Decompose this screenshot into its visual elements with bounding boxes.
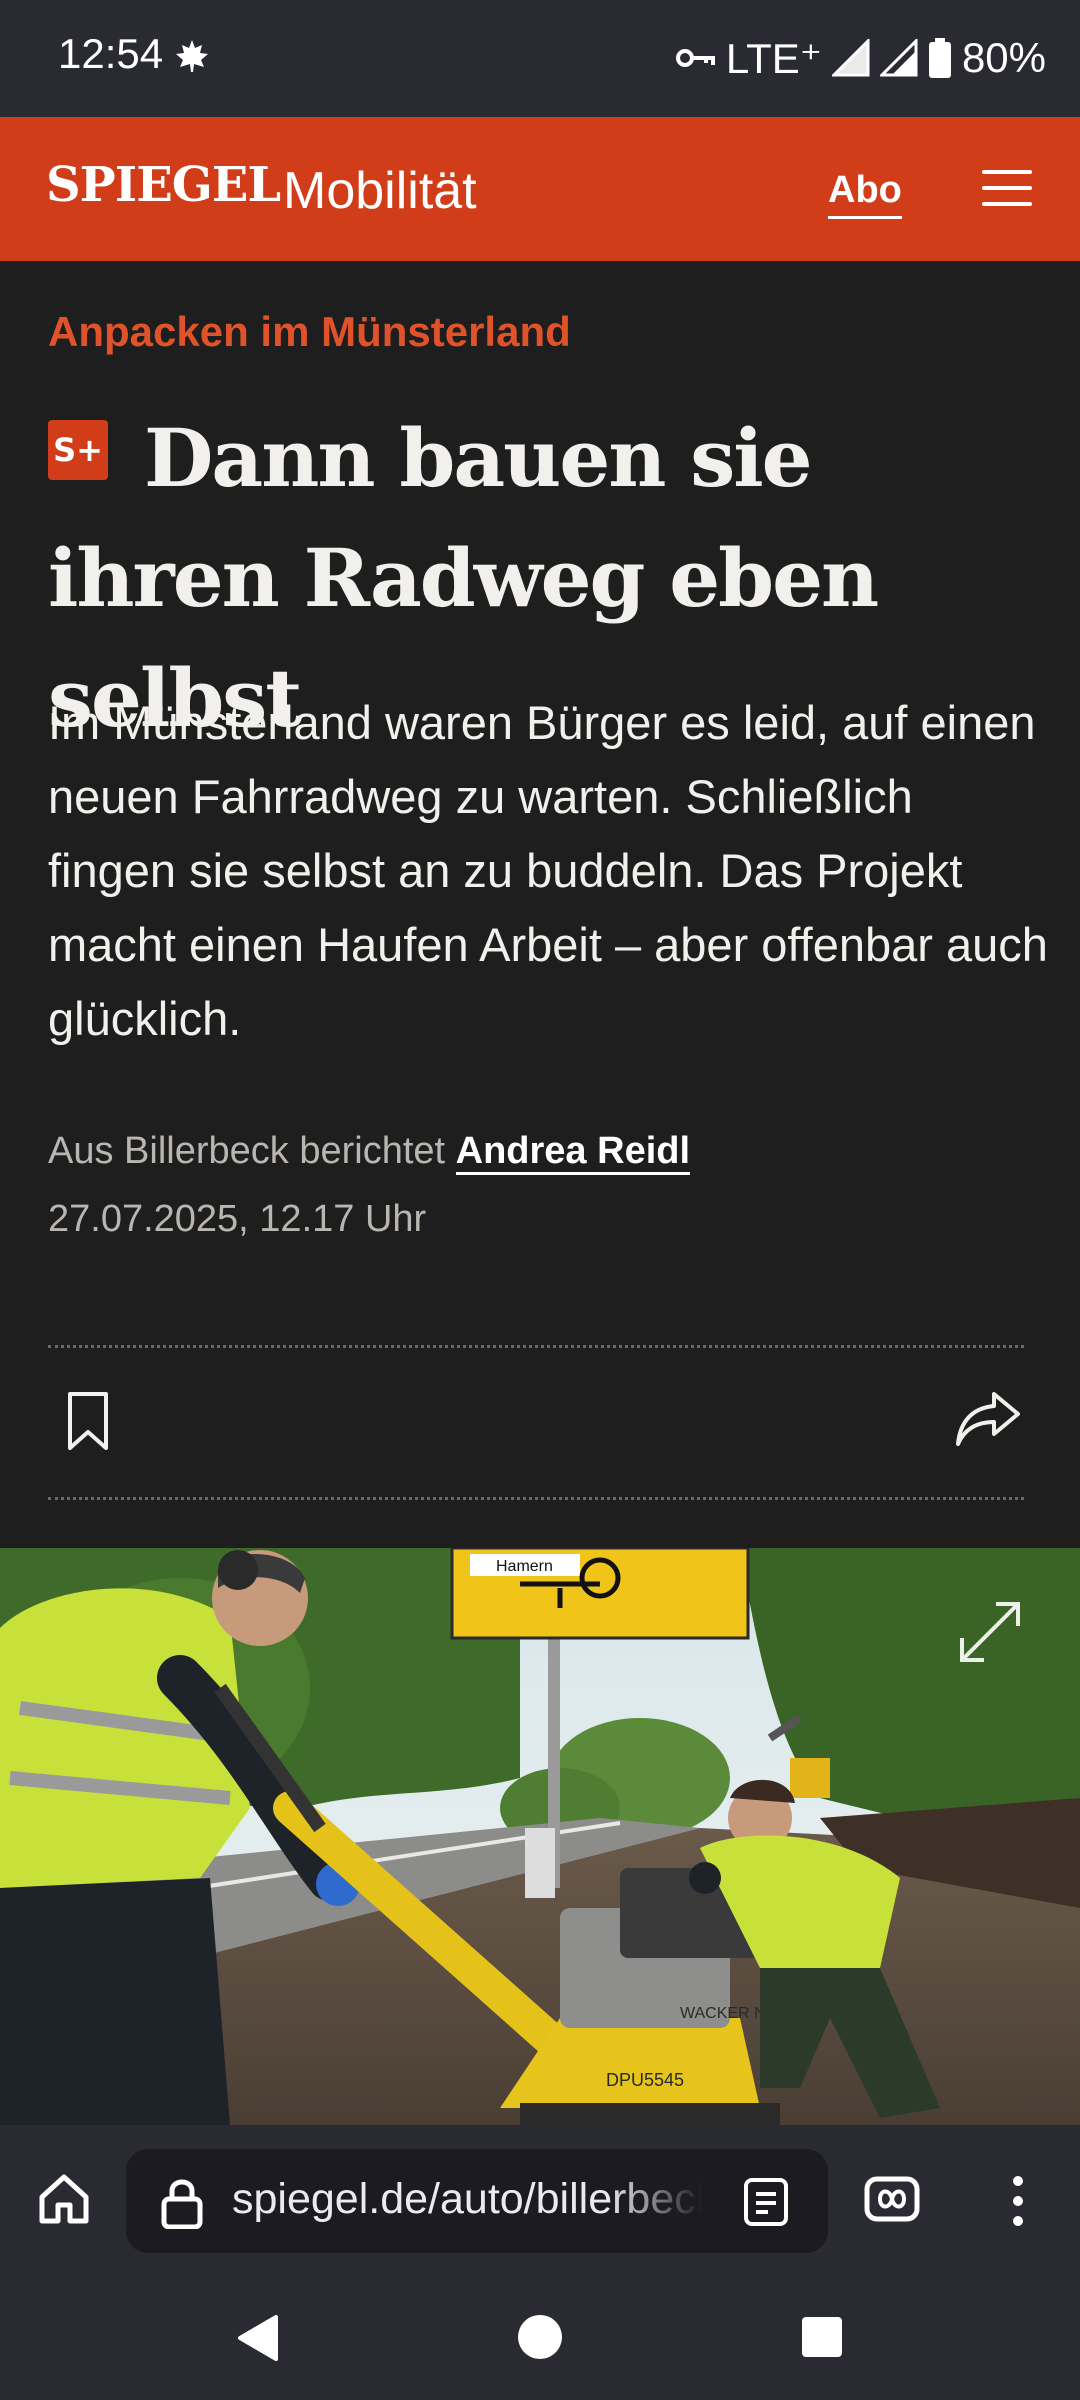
divider <box>48 1345 1024 1348</box>
bookmark-icon[interactable] <box>66 1390 110 1452</box>
byline: Aus Billerbeck berichtet Andrea Reidl <box>48 1130 691 1175</box>
abo-link[interactable]: Abo <box>828 169 902 219</box>
article-photo[interactable]: Hamern WACKER NEUSON DPU5545 <box>0 1548 1080 2125</box>
reader-mode-icon[interactable] <box>742 2177 790 2227</box>
byline-prefix: Aus Billerbeck berichtet <box>48 1130 446 1172</box>
browser-toolbar: spiegel.de/auto/billerbeck <box>0 2125 1080 2275</box>
status-time: 12:54 <box>58 30 164 77</box>
section-name[interactable]: Mobilität <box>283 161 477 221</box>
article-teaser: Im Münsterland waren Bürger es leid, auf… <box>48 696 1048 1045</box>
site-header: SPIEGEL Mobilität Abo <box>0 117 1080 261</box>
photo-illustration: Hamern WACKER NEUSON DPU5545 <box>0 1548 1080 2125</box>
back-icon[interactable] <box>236 2315 280 2361</box>
leaf-icon <box>176 40 208 72</box>
more-options-icon[interactable] <box>1006 2171 1030 2231</box>
lock-icon[interactable] <box>160 2177 204 2229</box>
sign-text: Hamern <box>496 1558 553 1575</box>
network-type: LTE⁺ <box>725 34 822 82</box>
address-bar[interactable]: spiegel.de/auto/billerbeck <box>126 2149 828 2253</box>
home-icon[interactable] <box>34 2169 94 2229</box>
home-button[interactable] <box>518 2315 562 2359</box>
vpn-key-icon <box>675 49 715 67</box>
publish-date: 27.07.2025, 12.17 Uhr <box>48 1198 427 1240</box>
menu-icon[interactable] <box>982 170 1032 206</box>
spiegel-plus-badge: S+ <box>48 420 108 480</box>
battery-icon <box>928 38 951 78</box>
system-nav-bar <box>0 2275 1080 2400</box>
recent-apps-button[interactable] <box>802 2317 842 2357</box>
url-text[interactable]: spiegel.de/auto/billerbeck <box>232 2175 702 2224</box>
signal-icon <box>831 39 870 77</box>
tabs-icon[interactable] <box>864 2173 920 2225</box>
battery-level: 80% <box>961 34 1046 81</box>
signal-icon <box>879 39 918 77</box>
status-bar: 12:54 LTE⁺ 80% <box>0 0 1080 117</box>
divider <box>48 1497 1024 1500</box>
status-icons: LTE⁺ 80% <box>675 30 1046 86</box>
machine-label: DPU5545 <box>606 2070 684 2090</box>
share-icon[interactable] <box>954 1388 1022 1448</box>
article-kicker: Anpacken im Münsterland <box>48 308 571 355</box>
author-link[interactable]: Andrea Reidl <box>455 1130 691 1175</box>
spiegel-logo[interactable]: SPIEGEL <box>46 157 281 213</box>
